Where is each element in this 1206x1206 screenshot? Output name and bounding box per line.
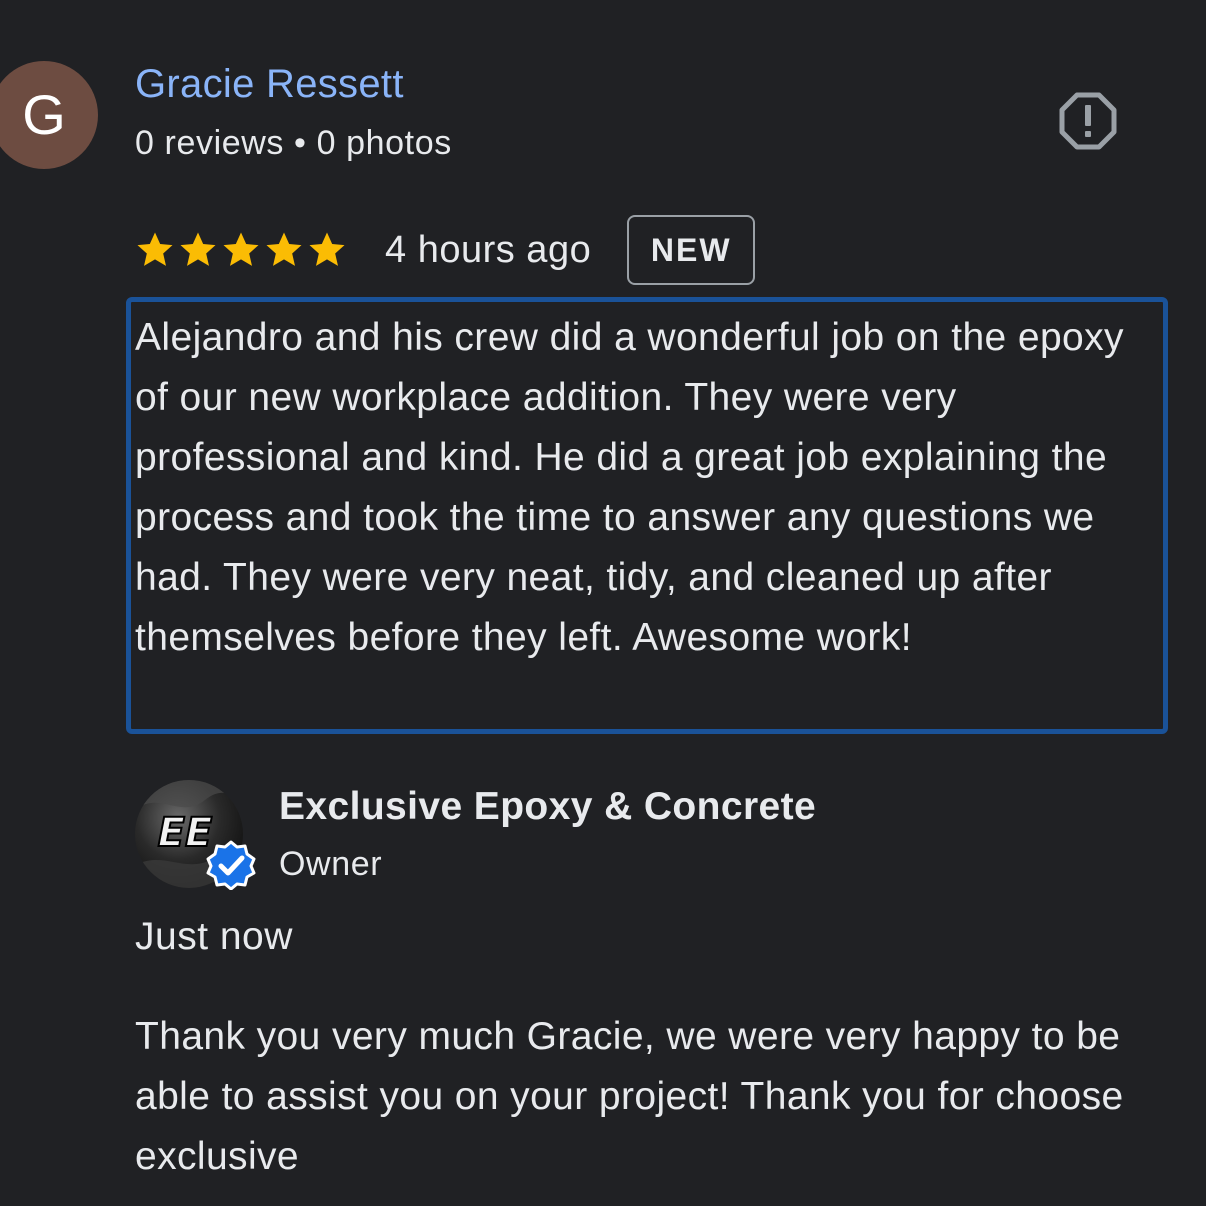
star-icon: [266, 232, 302, 266]
review-card: G Gracie Ressett 0 reviews • 0 photos 4 …: [0, 0, 1206, 1206]
reviewer-initial: G: [22, 83, 66, 146]
star-rating: [135, 230, 347, 270]
owner-role: Owner: [279, 845, 383, 883]
review-text[interactable]: Alejandro and his crew did a wonderful j…: [126, 297, 1168, 734]
review-time: 4 hours ago: [385, 228, 592, 271]
star-icon: [223, 232, 259, 266]
reviewer-name-link[interactable]: Gracie Ressett: [135, 62, 404, 107]
report-icon[interactable]: [1058, 91, 1118, 151]
star-icon: [180, 232, 216, 266]
reply-text: Thank you very much Gracie, we were very…: [135, 1015, 1124, 1178]
star-icon: [309, 232, 345, 266]
star-icon: [137, 232, 173, 266]
verified-badge-icon: [206, 840, 256, 891]
owner-name: Exclusive Epoxy & Concrete: [279, 785, 817, 828]
rating-row: 4 hours ago NEW: [135, 212, 756, 288]
owner-logo-text: EE: [158, 810, 213, 856]
new-badge: NEW: [627, 215, 756, 285]
reviewer-avatar[interactable]: G: [0, 61, 98, 169]
reviewer-meta: 0 reviews • 0 photos: [135, 124, 452, 162]
reply-time: Just now: [135, 915, 293, 958]
